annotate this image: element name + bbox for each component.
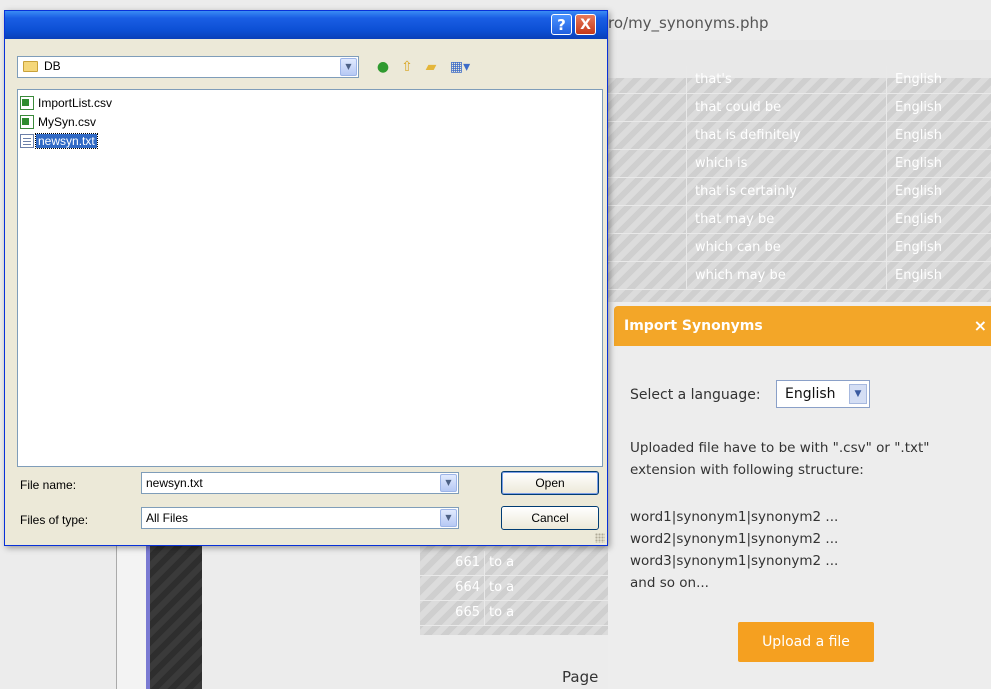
example-line: word1|synonym1|synonym2 ... <box>630 509 839 525</box>
language-label: Select a language: <box>630 387 761 403</box>
up-folder-icon[interactable]: ⇧ <box>397 57 417 77</box>
csv-file-icon <box>20 114 34 129</box>
example-line: word2|synonym1|synonym2 ... <box>630 531 839 547</box>
synonym-word-cell: that may be <box>686 206 895 233</box>
row-number: 665 <box>455 605 480 620</box>
table-row: 661 to a <box>420 551 608 576</box>
look-in-dropdown[interactable]: DB ▼ <box>17 56 359 78</box>
file-name-input[interactable]: newsyn.txt ▼ <box>141 472 459 494</box>
synonym-word-cell: that's <box>686 66 895 93</box>
file-name: MySyn.csv <box>38 114 97 129</box>
row-text: to a <box>484 601 514 625</box>
file-name-label: File name: <box>20 478 77 492</box>
synonym-language-cell: English <box>886 150 991 177</box>
new-folder-icon[interactable]: ▰ <box>421 57 441 77</box>
row-number: 664 <box>455 580 480 595</box>
help-button[interactable]: ? <box>551 14 572 35</box>
synonym-language-cell: English <box>886 66 991 93</box>
example-line: word3|synonym1|synonym2 ... <box>630 553 839 569</box>
csv-file-icon <box>20 95 34 110</box>
table-row: that is definitely English <box>608 122 991 150</box>
row-number: 661 <box>455 555 480 570</box>
table-row: which is English <box>608 150 991 178</box>
file-item-importlist[interactable]: ImportList.csv <box>20 95 114 112</box>
synonym-language-cell: English <box>886 122 991 149</box>
folder-icon <box>23 61 38 72</box>
language-select[interactable]: English ▼ <box>776 380 870 408</box>
row-text: to a <box>484 551 514 575</box>
dialog-titlebar[interactable]: ? X <box>5 11 607 39</box>
synonym-language-cell: English <box>886 234 991 261</box>
row-text: to a <box>484 576 514 600</box>
close-icon[interactable]: × <box>974 316 987 335</box>
file-item-newsyn[interactable]: newsyn.txt <box>20 132 98 150</box>
file-type-select[interactable]: All Files ▼ <box>141 507 459 529</box>
file-type-label: Files of type: <box>20 513 89 527</box>
table-row: which may be English <box>608 262 991 290</box>
table-row: 665 to a <box>420 601 608 626</box>
file-type-value: All Files <box>146 511 189 525</box>
file-name-value: newsyn.txt <box>146 476 203 490</box>
table-row: 664 to a <box>420 576 608 601</box>
table-row: that could be English <box>608 94 991 122</box>
cancel-button[interactable]: Cancel <box>501 506 599 530</box>
synonym-word-cell: which can be <box>686 234 895 261</box>
synonym-language-cell: English <box>886 178 991 205</box>
synonym-word-cell: that is certainly <box>686 178 895 205</box>
chevron-down-icon[interactable]: ▼ <box>440 474 457 492</box>
file-list[interactable]: ImportList.csv MySyn.csv newsyn.txt <box>17 89 603 467</box>
synonym-word-cell: that could be <box>686 94 895 121</box>
synonym-word-cell: which may be <box>686 262 895 289</box>
instructions-text: extension with following structure: <box>630 462 864 478</box>
modal-header: Import Synonyms × <box>614 306 991 346</box>
file-name: ImportList.csv <box>38 95 113 110</box>
synonym-word-cell: that is definitely <box>686 122 895 149</box>
instructions-text: Uploaded file have to be with ".csv" or … <box>630 440 930 456</box>
resize-grip-icon[interactable] <box>595 533 605 543</box>
table-row: that may be English <box>608 206 991 234</box>
chevron-down-icon[interactable]: ▼ <box>440 509 457 527</box>
upload-file-button[interactable]: Upload a file <box>738 622 874 662</box>
dialog-close-button[interactable]: X <box>575 14 596 35</box>
import-synonyms-modal: Import Synonyms × Select a language: Eng… <box>608 302 991 689</box>
chevron-down-icon[interactable]: ▼ <box>849 384 867 404</box>
table-row: that's English <box>608 66 991 94</box>
open-file-dialog: ? X DB ▼ ● ⇧ ▰ ▦▾ ImportList.csv MySyn.c… <box>4 10 608 546</box>
synonym-word-cell: which is <box>686 150 895 177</box>
synonym-language-cell: English <box>886 94 991 121</box>
look-in-value: DB <box>44 59 61 73</box>
dark-column <box>150 545 202 689</box>
table-row: that is certainly English <box>608 178 991 206</box>
example-line: and so on... <box>630 575 709 591</box>
chevron-down-icon[interactable]: ▼ <box>340 58 357 76</box>
table-row: which can be English <box>608 234 991 262</box>
modal-title: Import Synonyms <box>624 318 763 334</box>
address-bar-url[interactable]: ro/my_synonyms.php <box>608 14 769 32</box>
back-icon[interactable]: ● <box>373 57 393 77</box>
synonyms-table: that's English that could be English tha… <box>608 66 991 310</box>
synonym-language-cell: English <box>886 262 991 289</box>
left-column <box>116 545 147 689</box>
synonym-language-cell: English <box>886 206 991 233</box>
views-menu-icon[interactable]: ▦▾ <box>445 57 475 77</box>
file-name: newsyn.txt <box>35 132 98 149</box>
language-select-value: English <box>785 386 836 402</box>
text-file-icon <box>20 133 34 148</box>
pagination-label: Page <box>562 668 599 686</box>
open-button[interactable]: Open <box>501 471 599 495</box>
file-item-mysyn[interactable]: MySyn.csv <box>20 114 98 131</box>
